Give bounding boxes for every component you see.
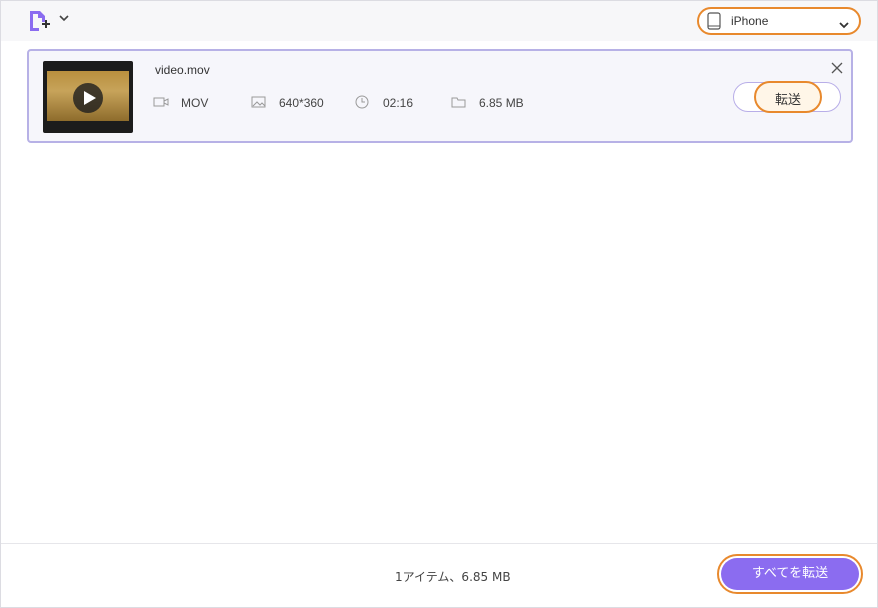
chevron-down-icon <box>839 15 849 29</box>
add-file-icon[interactable] <box>27 9 51 33</box>
transfer-all-button[interactable]: すべてを転送 <box>717 554 863 594</box>
item-summary: 1アイテム、6.85 MB <box>395 570 511 584</box>
phone-icon <box>707 12 721 30</box>
file-name: video.mov <box>155 63 210 77</box>
clock-icon <box>355 95 371 109</box>
size-info: 6.85 MB <box>451 95 551 111</box>
format-value: MOV <box>181 96 209 110</box>
transfer-button-label: 転送 <box>774 93 801 108</box>
toolbar: iPhone <box>1 1 877 41</box>
file-item-card[interactable]: video.mov MOV 640*360 02:16 6.85 MB 転送 <box>27 49 853 143</box>
size-value: 6.85 MB <box>479 96 524 110</box>
transfer-window: iPhone video.mov MOV 640*360 02:16 6.85 … <box>0 0 878 608</box>
device-select[interactable]: iPhone <box>697 7 861 35</box>
folder-icon <box>451 95 467 109</box>
duration-value: 02:16 <box>383 96 414 110</box>
footer-bar: 1アイテム、6.85 MB すべてを転送 <box>1 543 877 607</box>
video-camera-icon <box>153 95 169 109</box>
format-info: MOV <box>153 95 243 111</box>
image-icon <box>251 95 267 109</box>
device-select-value: iPhone <box>731 14 769 28</box>
play-icon[interactable] <box>73 83 103 113</box>
video-thumbnail[interactable] <box>43 61 133 133</box>
transfer-button[interactable]: 転送 <box>733 81 841 113</box>
transfer-all-label: すべてを転送 <box>721 558 859 590</box>
resolution-info: 640*360 <box>251 95 341 111</box>
close-icon[interactable] <box>831 59 843 74</box>
duration-info: 02:16 <box>355 95 445 111</box>
chevron-down-icon[interactable] <box>59 13 71 27</box>
resolution-value: 640*360 <box>279 96 324 110</box>
